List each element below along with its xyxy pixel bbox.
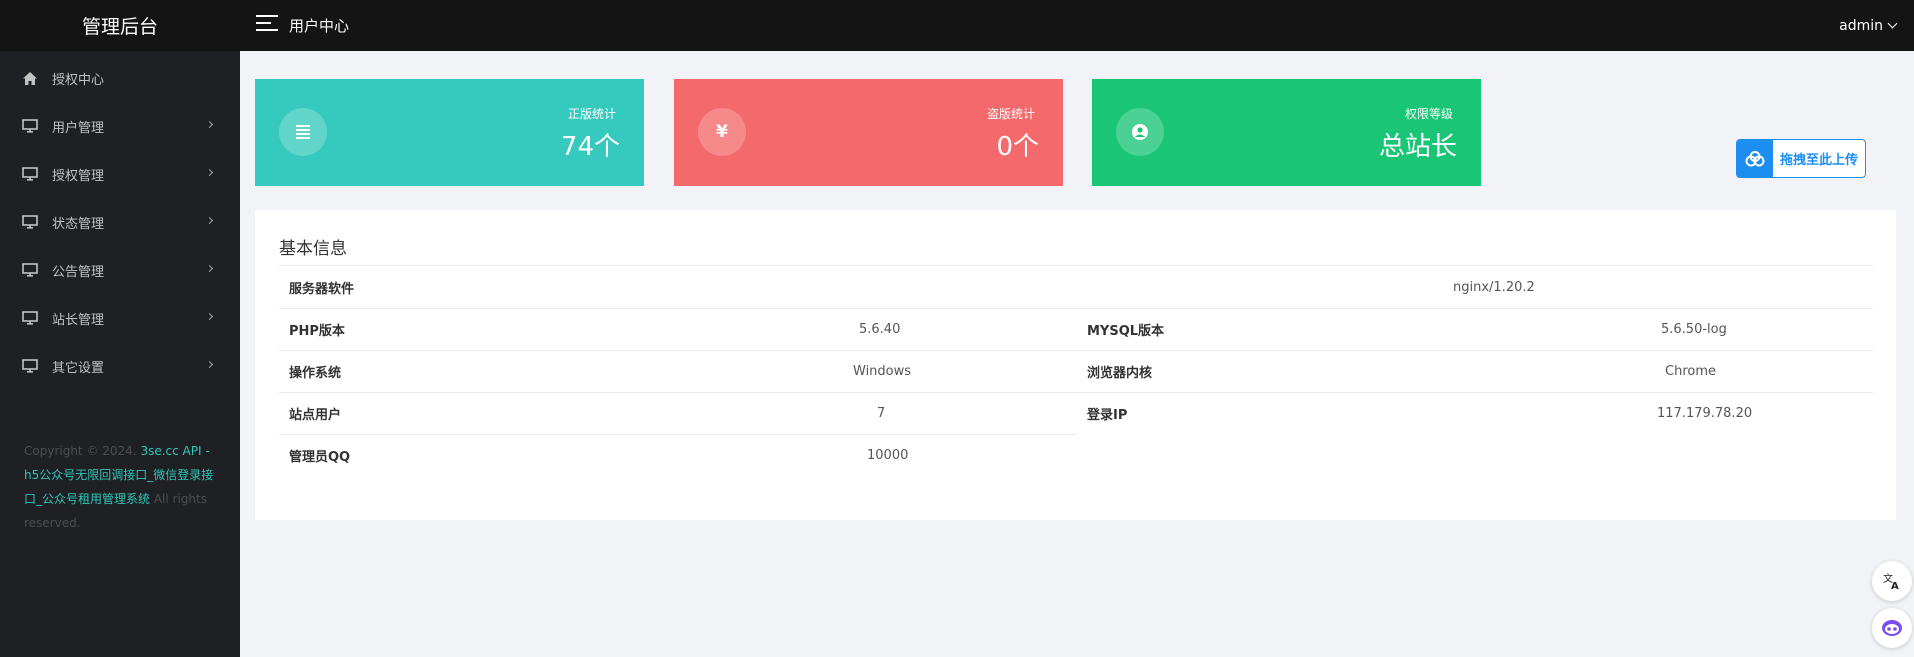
- monitor-icon: [22, 358, 38, 374]
- stat-value: 0个: [996, 132, 1039, 162]
- table-row: PHP版本 5.6.40 MYSQL版本 5.6.50-log: [279, 308, 1873, 350]
- table-row: 管理员QQ 10000: [279, 434, 1076, 476]
- sidebar-item-status-management[interactable]: 状态管理: [0, 198, 240, 246]
- page-title: 用户中心: [289, 17, 350, 35]
- info-value: 10000: [867, 447, 909, 463]
- stat-label: 盗版统计: [986, 107, 1035, 121]
- stat-value: 74个: [560, 132, 620, 162]
- sidebar-item-admin-management[interactable]: 站长管理: [0, 294, 240, 342]
- info-key: 服务器软件: [289, 281, 355, 297]
- svg-text:A: A: [1891, 581, 1899, 591]
- monitor-icon: [22, 310, 38, 326]
- info-value: 7: [877, 405, 886, 421]
- stat-card-permission: 权限等级 总站长: [1092, 79, 1481, 186]
- sidebar-item-label: 状态管理: [52, 216, 105, 232]
- sidebar-item-label: 其它设置: [52, 360, 105, 376]
- info-key: PHP版本: [289, 323, 345, 339]
- info-key: MYSQL版本: [1087, 323, 1165, 339]
- user-circle-icon: [1116, 108, 1164, 156]
- stat-card-genuine: 正版统计 74个: [255, 79, 644, 186]
- chevron-right-icon: [205, 264, 214, 273]
- top-header: 管理后台 用户中心 admin: [0, 0, 1914, 51]
- stat-label: 权限等级: [1404, 107, 1453, 121]
- info-value: 5.6.40: [859, 321, 901, 337]
- sidebar-item-user-management[interactable]: 用户管理: [0, 102, 240, 150]
- drag-upload-button[interactable]: 拖拽至此上传: [1736, 139, 1866, 178]
- info-key: 站点用户: [289, 407, 342, 423]
- chevron-right-icon: [205, 216, 214, 225]
- brand-title[interactable]: 管理后台: [0, 0, 240, 51]
- info-key: 登录IP: [1087, 407, 1128, 423]
- copyright-prefix: Copyright © 2024.: [24, 444, 141, 458]
- user-name: admin: [1839, 17, 1883, 34]
- info-key: 管理员QQ: [289, 449, 351, 465]
- upload-label: 拖拽至此上传: [1780, 153, 1859, 168]
- chevron-down-icon: [1887, 18, 1898, 29]
- info-value: Windows: [853, 363, 912, 379]
- sidebar: 授权中心 用户管理 授权管理 状态管理 公告管理 站长管理 其它设置 Copyr…: [0, 51, 240, 657]
- info-key: 浏览器内核: [1087, 365, 1153, 381]
- basic-info-panel: 基本信息 服务器软件 nginx/1.20.2 PHP版本 5.6.40 MYS…: [255, 210, 1896, 520]
- monitor-icon: [22, 262, 38, 278]
- chevron-right-icon: [205, 312, 214, 321]
- robot-icon[interactable]: [1872, 608, 1912, 648]
- translate-icon[interactable]: 文A: [1872, 561, 1912, 601]
- chevron-right-icon: [205, 360, 214, 369]
- sidebar-item-label: 授权管理: [52, 168, 105, 184]
- sidebar-item-label: 用户管理: [52, 120, 105, 136]
- info-key: 操作系统: [289, 365, 342, 381]
- user-menu[interactable]: admin: [1839, 0, 1898, 51]
- sidebar-item-label: 授权中心: [52, 72, 105, 88]
- info-value: 5.6.50-log: [1661, 321, 1727, 337]
- stat-label: 正版统计: [567, 107, 616, 121]
- panel-title: 基本信息: [279, 239, 347, 259]
- sidebar-item-label: 站长管理: [52, 312, 105, 328]
- stat-card-pirated: ¥ 盗版统计 0个: [674, 79, 1063, 186]
- menu-toggle-icon[interactable]: [256, 15, 278, 33]
- monitor-icon: [22, 118, 38, 134]
- table-row: 站点用户 7 登录IP 117.179.78.20: [279, 392, 1873, 434]
- sidebar-item-license-management[interactable]: 授权管理: [0, 150, 240, 198]
- sidebar-item-announcement-management[interactable]: 公告管理: [0, 246, 240, 294]
- home-icon: [22, 70, 38, 86]
- chevron-right-icon: [205, 120, 214, 129]
- monitor-icon: [22, 214, 38, 230]
- yen-icon: ¥: [698, 108, 746, 156]
- sidebar-item-other-settings[interactable]: 其它设置: [0, 342, 240, 390]
- list-icon: [279, 108, 327, 156]
- cloud-upload-icon: [1737, 140, 1773, 177]
- sidebar-item-label: 公告管理: [52, 264, 105, 280]
- sidebar-item-auth-center[interactable]: 授权中心: [0, 54, 240, 102]
- table-row: 服务器软件 nginx/1.20.2: [279, 266, 1873, 308]
- sidebar-copyright: Copyright © 2024. 3se.cc API - h5公众号无限回调…: [24, 439, 220, 535]
- monitor-icon: [22, 166, 38, 182]
- stat-value: 总站长: [1378, 132, 1457, 162]
- table-row: 操作系统 Windows 浏览器内核 Chrome: [279, 350, 1873, 392]
- info-value: Chrome: [1665, 363, 1716, 379]
- info-value: nginx/1.20.2: [1453, 279, 1535, 295]
- info-value: 117.179.78.20: [1657, 405, 1753, 421]
- chevron-right-icon: [205, 168, 214, 177]
